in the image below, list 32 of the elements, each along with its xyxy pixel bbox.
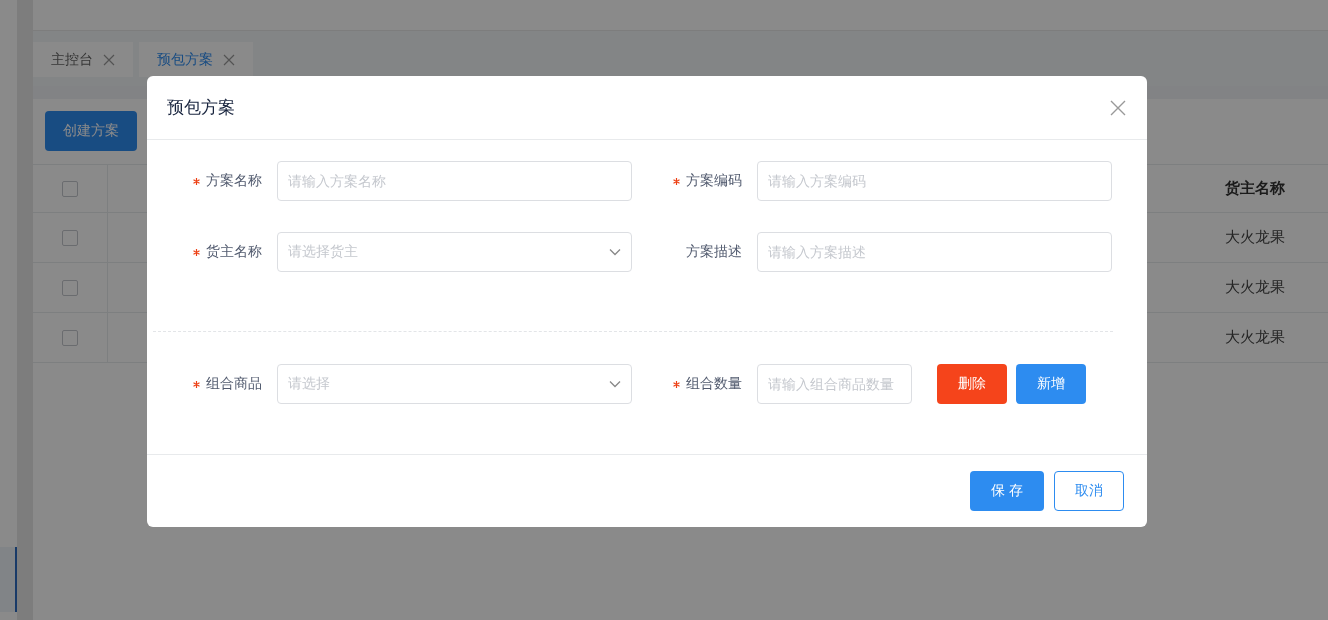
input-field[interactable]: 请输入方案描述 bbox=[757, 232, 1112, 272]
close-icon[interactable] bbox=[1110, 99, 1126, 116]
close-icon[interactable] bbox=[103, 53, 115, 66]
add-button[interactable]: 新增 bbox=[1016, 364, 1086, 404]
field-label: 组合商品 bbox=[206, 375, 262, 393]
dialog-title: 预包方案 bbox=[167, 97, 235, 119]
checkbox[interactable] bbox=[62, 279, 78, 296]
tab[interactable]: 预包方案 bbox=[139, 42, 253, 77]
column-header: 货主名称 bbox=[1225, 179, 1286, 198]
checkbox[interactable] bbox=[62, 180, 78, 197]
chevron-down-icon bbox=[609, 380, 621, 388]
input-field[interactable]: 请输入组合商品数量 bbox=[757, 364, 912, 404]
field-label: 货主名称 bbox=[206, 243, 262, 261]
table-cell-text: 大火龙果 bbox=[1225, 228, 1286, 247]
field-label: 方案名称 bbox=[206, 172, 262, 190]
field-label: 方案编码 bbox=[686, 172, 742, 190]
delete-button[interactable]: 删除 bbox=[937, 364, 1007, 404]
field-label: 组合数量 bbox=[686, 375, 742, 393]
checkbox[interactable] bbox=[62, 229, 78, 246]
save-button[interactable]: 保 存 bbox=[970, 471, 1044, 511]
cancel-button[interactable]: 取消 bbox=[1054, 471, 1124, 511]
sidebar-item[interactable] bbox=[0, 547, 17, 612]
input-field[interactable]: 请输入方案名称 bbox=[277, 161, 632, 201]
chevron-down-icon bbox=[609, 248, 621, 256]
close-icon[interactable] bbox=[223, 53, 235, 66]
tab[interactable]: 主控台 bbox=[33, 42, 133, 77]
input-field[interactable]: 请输入方案编码 bbox=[757, 161, 1112, 201]
field-label: 方案描述 bbox=[686, 243, 742, 261]
create-button[interactable]: 创建方案 bbox=[45, 111, 137, 151]
table-cell-text: 大火龙果 bbox=[1225, 278, 1286, 297]
checkbox[interactable] bbox=[62, 329, 78, 346]
table-cell-text: 大火龙果 bbox=[1225, 328, 1286, 347]
